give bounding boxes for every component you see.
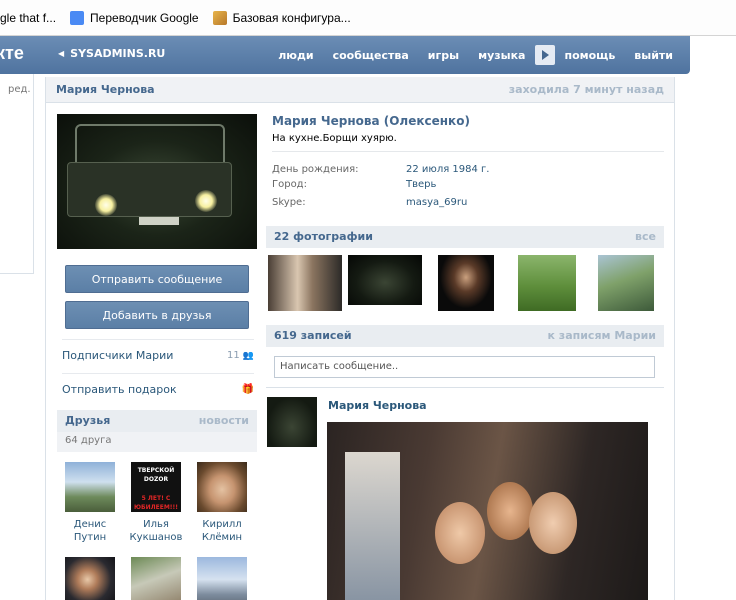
play-icon[interactable] xyxy=(535,45,556,65)
back-link-label: SYSADMINS.RU xyxy=(70,47,166,60)
friend-last-name: Путин xyxy=(73,532,107,543)
photo-thumb[interactable] xyxy=(438,255,494,311)
friends-count[interactable]: 64 друга xyxy=(57,432,257,452)
add-friend-button[interactable]: Добавить в друзья xyxy=(65,301,249,329)
bookmark-google[interactable]: gle that f... xyxy=(0,11,56,25)
subscribers-count: 11 👥 xyxy=(227,350,254,361)
send-gift-link[interactable]: Отправить подарок 🎁 xyxy=(62,373,254,405)
back-link[interactable]: ◀ SYSADMINS.RU xyxy=(58,47,165,60)
nav-people[interactable]: люди xyxy=(278,49,313,62)
info-value[interactable]: masya_69ru xyxy=(406,197,467,208)
friend-last-name: Клёмин xyxy=(201,532,243,543)
bookmark-google-translate[interactable]: Переводчик Google xyxy=(70,10,199,25)
info-label: Город: xyxy=(272,179,307,190)
friend-card[interactable] xyxy=(125,557,187,600)
top-nav: люди сообщества игры музыка помощь выйти xyxy=(259,36,673,74)
friend-avatar: ТВЕРСКОЙ DOZOR 5 ЛЕТ! С ЮБИЛЕЕМ!!! xyxy=(131,462,181,512)
wall-post-input[interactable]: Написать сообщение.. xyxy=(274,356,655,378)
friend-avatar xyxy=(65,557,115,600)
nav-games[interactable]: игры xyxy=(428,49,459,62)
profile-page: Мария Чернова заходила 7 минут назад Отп… xyxy=(45,77,675,600)
left-sidebar xyxy=(0,74,34,274)
friend-last-name: Кукшанов xyxy=(129,532,183,543)
info-label: Skype: xyxy=(272,197,306,208)
profile-avatar[interactable] xyxy=(57,114,257,249)
site-header: кте ◀ SYSADMINS.RU люди сообщества игры … xyxy=(0,36,690,74)
info-value[interactable]: 22 июля 1984 г. xyxy=(406,164,489,175)
bookmark-label: gle that f... xyxy=(0,10,57,25)
nav-music[interactable]: музыка xyxy=(478,49,525,62)
photo-thumb[interactable] xyxy=(348,255,422,305)
send-message-button[interactable]: Отправить сообщение xyxy=(65,265,249,293)
photo-thumb[interactable] xyxy=(268,255,342,311)
post-author-name[interactable]: Мария Чернова xyxy=(328,399,427,412)
friend-first-name: Илья xyxy=(143,519,169,530)
info-label: День рождения: xyxy=(272,164,359,175)
last-seen-status: заходила 7 минут назад xyxy=(508,83,664,96)
site-logo[interactable]: кте xyxy=(0,43,24,64)
wall-header: 619 записей к записям Марии xyxy=(266,325,664,347)
bookmarks-bar: gle that f... Переводчик Google Базовая … xyxy=(0,0,736,36)
nav-help[interactable]: помощь xyxy=(564,49,615,62)
friend-avatar xyxy=(197,462,247,512)
friends-news-link[interactable]: новости xyxy=(199,414,249,427)
photos-header: 22 фотографии все xyxy=(266,226,664,248)
subscribers-label: Подписчики Марии xyxy=(62,349,174,362)
gift-icon: 🎁 xyxy=(241,384,254,395)
bookmark-label: Переводчик Google xyxy=(90,10,199,25)
page-title: Мария Чернова xyxy=(56,83,155,96)
friend-card[interactable]: ТВЕРСКОЙ DOZOR 5 ЛЕТ! С ЮБИЛЕЕМ!!! Илья … xyxy=(125,462,187,544)
friend-avatar xyxy=(65,462,115,512)
friends-title[interactable]: Друзья xyxy=(65,414,110,427)
profile-status[interactable]: На кухне.Борщи хуярю. xyxy=(272,133,397,144)
post-author-avatar[interactable] xyxy=(267,397,317,447)
friend-first-name: Кирилл xyxy=(202,519,242,530)
edit-link[interactable]: ред. xyxy=(8,84,31,95)
friend-card[interactable] xyxy=(191,557,253,600)
gift-label: Отправить подарок xyxy=(62,383,177,396)
photo-thumb[interactable] xyxy=(518,255,576,311)
bookmark-label: Базовая конфигура... xyxy=(232,10,351,25)
divider xyxy=(272,151,664,152)
bookmark-icon xyxy=(212,10,227,25)
avatar-badge-text: ТВЕРСКОЙ DOZOR xyxy=(137,467,175,483)
profile-full-name: Мария Чернова (Олексенко) xyxy=(272,114,470,128)
friend-card[interactable]: Денис Путин xyxy=(59,462,121,544)
photos-title[interactable]: 22 фотографии xyxy=(274,230,373,243)
back-arrow-icon: ◀ xyxy=(58,49,65,58)
photos-all-link[interactable]: все xyxy=(635,230,656,243)
bookmark-config[interactable]: Базовая конфигура... xyxy=(212,10,351,25)
wall-title[interactable]: 619 записей xyxy=(274,329,352,342)
friend-first-name: Денис xyxy=(73,519,107,530)
friend-avatar xyxy=(131,557,181,600)
nav-communities[interactable]: сообщества xyxy=(333,49,409,62)
photo-thumb[interactable] xyxy=(598,255,654,311)
profile-title-bar: Мария Чернова заходила 7 минут назад xyxy=(46,77,674,103)
friend-avatar xyxy=(197,557,247,600)
friends-header: Друзья новости xyxy=(57,410,257,432)
divider xyxy=(266,387,664,388)
wall-all-link[interactable]: к записям Марии xyxy=(548,329,656,342)
avatar-badge-sub: 5 ЛЕТ! С ЮБИЛЕЕМ!!! xyxy=(134,495,178,511)
subscribers-link[interactable]: Подписчики Марии 11 👥 xyxy=(62,339,254,371)
nav-logout[interactable]: выйти xyxy=(634,49,673,62)
google-translate-icon xyxy=(70,10,85,25)
friend-card[interactable]: Кирилл Клёмин xyxy=(191,462,253,544)
friend-card[interactable] xyxy=(59,557,121,600)
people-icon: 👥 xyxy=(242,350,254,361)
info-value[interactable]: Тверь xyxy=(406,179,436,190)
post-photo[interactable] xyxy=(327,422,648,600)
